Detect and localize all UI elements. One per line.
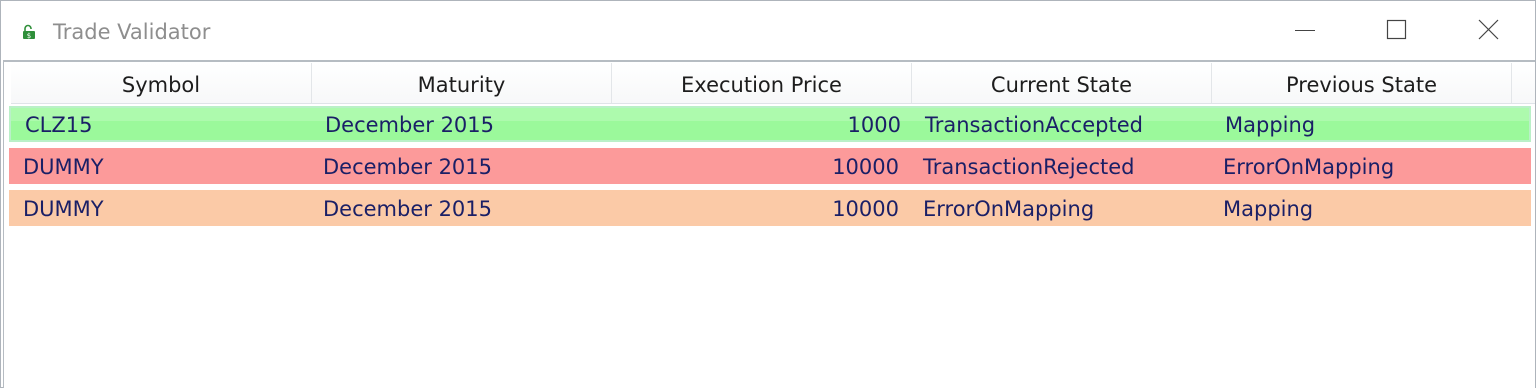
cell-symbol: DUMMY [23, 197, 104, 221]
cell-current-state: TransactionAccepted [925, 113, 1143, 137]
cell-previous-state: Mapping [1223, 197, 1314, 221]
cell-current-state: ErrorOnMapping [923, 197, 1095, 221]
cell-previous-state: Mapping [1225, 113, 1316, 137]
table-row[interactable]: DUMMY December 2015 10000 ErrorOnMapping… [9, 190, 1531, 226]
cell-execution-price: 10000 [832, 197, 899, 221]
minimize-icon [1295, 30, 1315, 31]
table-row[interactable]: CLZ15 December 2015 1000 TransactionAcce… [9, 106, 1531, 142]
cell-symbol: DUMMY [23, 155, 104, 179]
svg-text:$: $ [27, 32, 31, 40]
minimize-button[interactable] [1259, 1, 1351, 60]
title-bar[interactable]: $ Trade Validator [1, 1, 1535, 60]
trades-grid: Symbol Maturity Execution Price Current … [3, 60, 1535, 388]
column-header-execution-price[interactable]: Execution Price [612, 63, 912, 103]
window-title: Trade Validator [53, 20, 211, 44]
cell-previous-state: ErrorOnMapping [1223, 155, 1395, 179]
column-header-previous-state[interactable]: Previous State [1212, 63, 1512, 103]
close-button[interactable] [1443, 1, 1535, 60]
cell-execution-price: 10000 [832, 155, 899, 179]
cell-maturity: December 2015 [323, 197, 493, 221]
maximize-button[interactable] [1351, 1, 1443, 60]
maximize-icon [1386, 19, 1407, 40]
cell-symbol: CLZ15 [25, 113, 93, 137]
table-row[interactable]: DUMMY December 2015 10000 TransactionRej… [9, 148, 1531, 184]
column-header-symbol[interactable]: Symbol [11, 63, 312, 103]
grid-header: Symbol Maturity Execution Price Current … [11, 63, 1535, 104]
app-icon: $ [22, 24, 38, 40]
cell-maturity: December 2015 [323, 155, 493, 179]
trade-validator-window: $ Trade Validator Symbol Maturity Execut… [0, 0, 1536, 388]
column-header-maturity[interactable]: Maturity [312, 63, 612, 103]
cell-maturity: December 2015 [325, 113, 495, 137]
column-header-current-state[interactable]: Current State [912, 63, 1212, 103]
close-icon [1478, 19, 1499, 40]
cell-current-state: TransactionRejected [923, 155, 1135, 179]
cell-execution-price: 1000 [847, 113, 901, 137]
